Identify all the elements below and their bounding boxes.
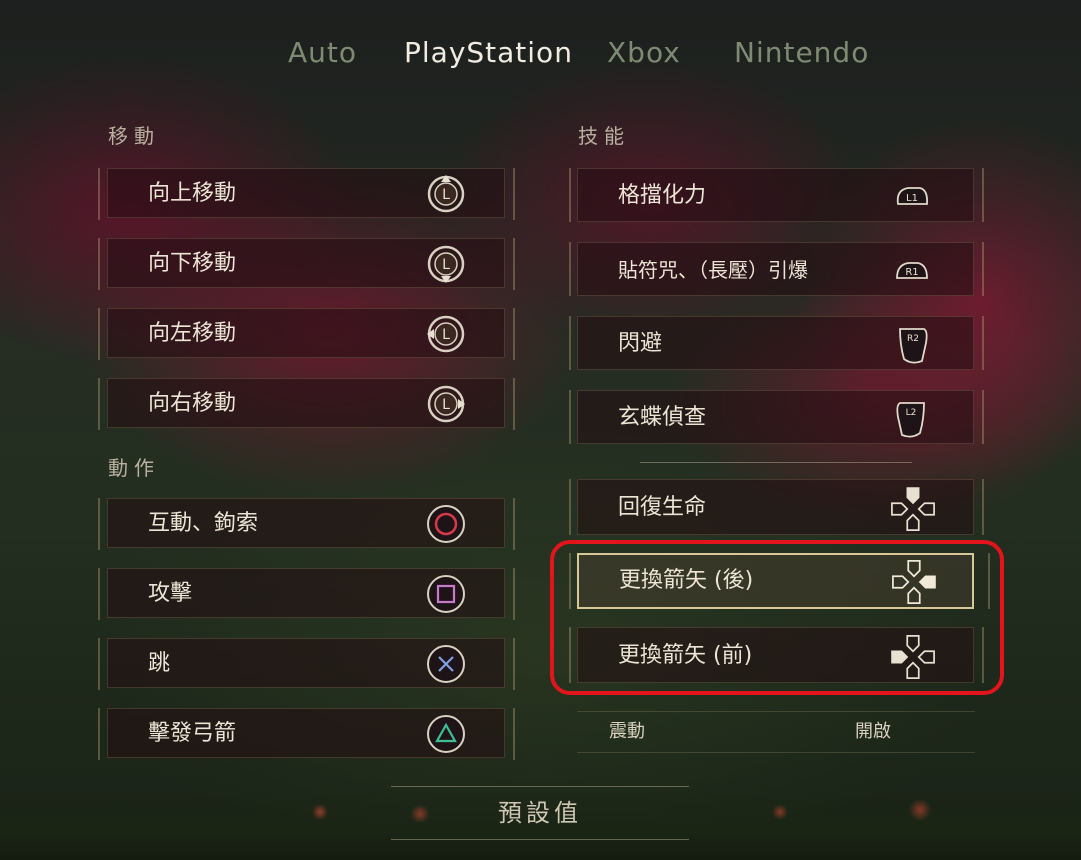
- row-edge: [98, 308, 100, 360]
- square-button-icon: [427, 575, 465, 613]
- binding-label: 攻擊: [148, 581, 193, 606]
- section-title-movement: 移動: [108, 124, 160, 148]
- section-divider: [640, 462, 912, 463]
- binding-row-move-left[interactable]: 向左移動 L: [107, 308, 505, 358]
- button-glyph: R2: [907, 334, 919, 344]
- row-edge: [569, 390, 571, 444]
- row-edge: [513, 498, 515, 550]
- binding-row-move-up[interactable]: 向上移動 L: [107, 168, 505, 218]
- row-edge: [569, 316, 571, 370]
- row-edge: [982, 168, 984, 222]
- tab-auto[interactable]: Auto: [288, 36, 357, 69]
- tab-playstation[interactable]: PlayStation: [404, 36, 573, 69]
- row-edge: [98, 708, 100, 760]
- r1-button-icon: R1: [896, 262, 928, 279]
- row-edge: [982, 242, 984, 296]
- binding-row-scout[interactable]: 玄蝶偵查 L2: [577, 390, 974, 444]
- binding-label: 擊發弓箭: [148, 721, 237, 746]
- triangle-button-icon: [427, 715, 465, 753]
- row-edge: [513, 168, 515, 220]
- binding-label: 向左移動: [148, 321, 237, 346]
- row-edge: [513, 638, 515, 690]
- button-glyph: L2: [906, 408, 917, 418]
- row-edge: [98, 238, 100, 290]
- row-edge: [98, 168, 100, 220]
- cross-button-icon: [427, 645, 465, 683]
- section-title-skills: 技能: [578, 124, 630, 148]
- stick-letter: L: [442, 327, 450, 343]
- restore-defaults-button[interactable]: 預設值: [391, 786, 689, 840]
- binding-label: 向右移動: [148, 391, 237, 416]
- binding-label: 格擋化力: [618, 183, 707, 208]
- l1-button-icon: L1: [896, 187, 929, 205]
- button-glyph: R1: [905, 267, 918, 278]
- binding-label: 貼符咒、（長壓）引爆: [618, 258, 808, 282]
- stick-letter: L: [442, 187, 450, 203]
- section-title-actions: 動作: [108, 456, 160, 480]
- row-edge: [569, 242, 571, 296]
- binding-row-interact[interactable]: 互動、鉤索: [107, 498, 505, 548]
- left-stick-up-icon: L: [427, 175, 465, 213]
- row-edge: [98, 498, 100, 550]
- vibration-value: 開啟: [855, 721, 891, 742]
- tab-xbox[interactable]: Xbox: [607, 36, 681, 69]
- vibration-label: 震動: [609, 721, 645, 742]
- binding-row-attack[interactable]: 攻擊: [107, 568, 505, 618]
- binding-label: 互動、鉤索: [148, 511, 259, 536]
- row-edge: [513, 238, 515, 290]
- binding-row-heal[interactable]: 回復生命: [577, 479, 974, 535]
- left-stick-right-icon: L: [427, 385, 465, 423]
- row-edge: [98, 568, 100, 620]
- stick-letter: L: [442, 397, 450, 413]
- circle-button-icon: [427, 505, 465, 543]
- binding-row-move-down[interactable]: 向下移動 L: [107, 238, 505, 288]
- row-edge: [98, 378, 100, 430]
- binding-row-move-right[interactable]: 向右移動 L: [107, 378, 505, 428]
- binding-row-talisman[interactable]: 貼符咒、（長壓）引爆 R1: [577, 242, 974, 296]
- binding-label: 玄蝶偵查: [618, 405, 707, 430]
- stick-letter: L: [442, 257, 450, 273]
- controller-type-tabs: Auto PlayStation Xbox Nintendo: [0, 36, 1081, 76]
- binding-row-jump[interactable]: 跳: [107, 638, 505, 688]
- binding-label: 跳: [148, 651, 171, 676]
- left-stick-left-icon: L: [427, 315, 465, 353]
- binding-row-parry[interactable]: 格擋化力 L1: [577, 168, 974, 222]
- vibration-setting[interactable]: 震動 開啟: [577, 711, 975, 753]
- row-edge: [98, 638, 100, 690]
- row-edge: [513, 568, 515, 620]
- binding-label: 回復生命: [618, 495, 707, 520]
- left-stick-down-icon: L: [427, 245, 465, 283]
- highlight-annotation: [550, 540, 1004, 695]
- row-edge: [982, 479, 984, 535]
- button-glyph: L1: [906, 193, 918, 204]
- l2-button-icon: L2: [896, 402, 925, 438]
- row-edge: [513, 308, 515, 360]
- row-edge: [569, 168, 571, 222]
- binding-label: 向下移動: [148, 251, 237, 276]
- row-edge: [569, 479, 571, 535]
- binding-label: 閃避: [618, 331, 663, 356]
- dpad-up-icon: [891, 487, 935, 531]
- row-edge: [513, 378, 515, 430]
- row-edge: [982, 390, 984, 444]
- tab-nintendo[interactable]: Nintendo: [734, 36, 869, 69]
- r2-button-icon: R2: [899, 328, 928, 364]
- binding-row-fire-arrow[interactable]: 擊發弓箭: [107, 708, 505, 758]
- binding-label: 向上移動: [148, 181, 237, 206]
- binding-row-dodge[interactable]: 閃避 R2: [577, 316, 974, 370]
- row-edge: [982, 316, 984, 370]
- row-edge: [513, 708, 515, 760]
